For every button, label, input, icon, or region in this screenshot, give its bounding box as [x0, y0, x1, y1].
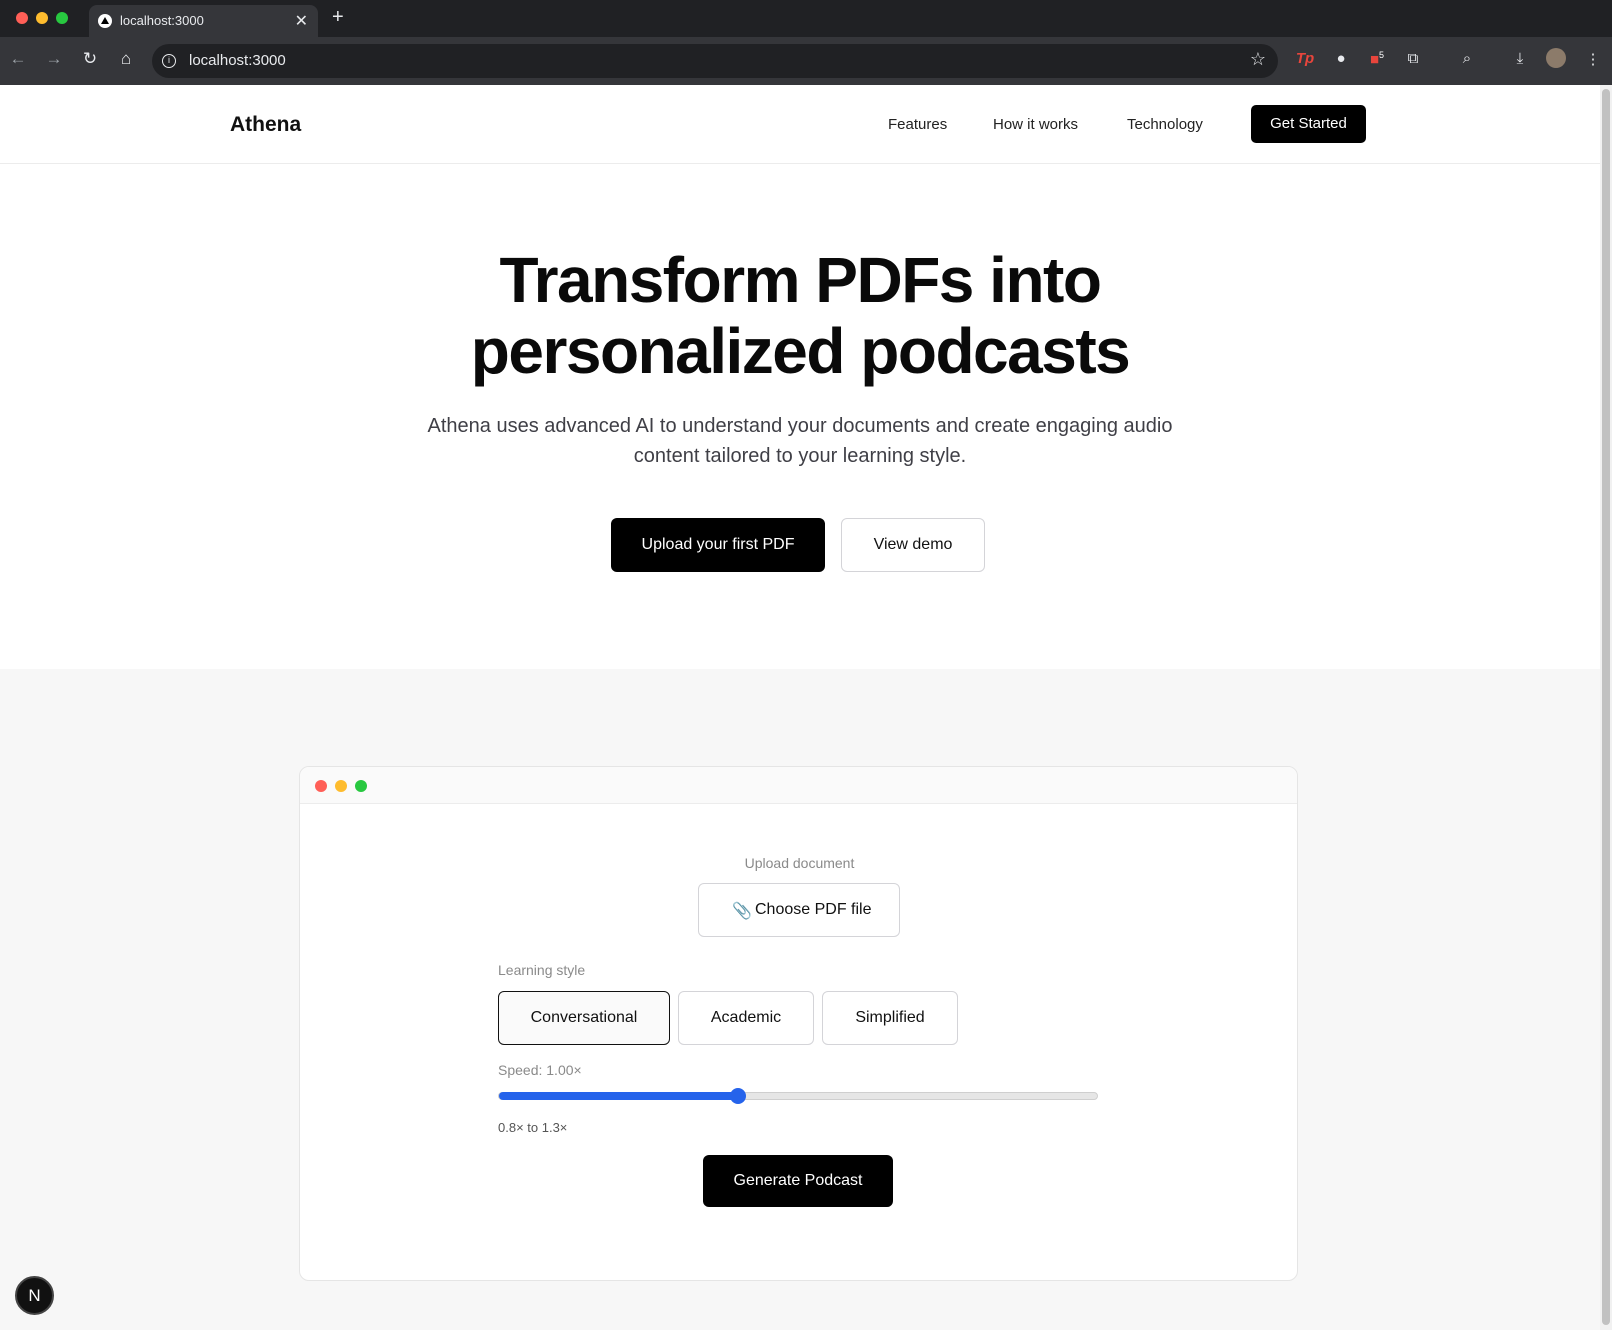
get-started-button[interactable]: Get Started — [1251, 105, 1366, 143]
generate-podcast-button[interactable]: Generate Podcast — [703, 1155, 893, 1207]
speed-slider-thumb[interactable] — [730, 1088, 747, 1104]
forward-icon[interactable]: → — [42, 49, 66, 69]
tab-close-icon[interactable]: ✕ — [295, 11, 308, 31]
upload-first-pdf-button[interactable]: Upload your first PDF — [611, 518, 825, 572]
learning-style-label: Learning style — [498, 962, 586, 978]
star-icon[interactable]: ☆ — [1250, 49, 1266, 70]
tab-search-icon[interactable]: ⌕ — [1456, 50, 1478, 67]
demo-maximize-dot — [355, 780, 367, 792]
page-scrollbar[interactable] — [1600, 85, 1612, 1330]
speed-range-label: 0.8× to 1.3× — [498, 1120, 568, 1135]
demo-window-titlebar — [300, 767, 1297, 804]
browser-tab[interactable]: localhost:3000 ✕ — [89, 5, 318, 37]
demo-window: Upload document 📎 Choose PDF file Learni… — [299, 766, 1298, 1281]
info-icon[interactable]: i — [162, 54, 176, 68]
choose-pdf-button[interactable]: 📎 Choose PDF file — [698, 883, 900, 937]
nextjs-dev-badge[interactable]: N — [15, 1276, 54, 1315]
address-url[interactable]: localhost:3000 — [189, 52, 286, 69]
nav-how-it-works[interactable]: How it works — [993, 116, 1078, 133]
nav-technology[interactable]: Technology — [1127, 116, 1203, 133]
web-page: Athena Features How it works Technology … — [0, 85, 1600, 1330]
tab-title: localhost:3000 — [120, 13, 204, 28]
choose-pdf-label: Choose PDF file — [755, 901, 872, 918]
window-close-dot[interactable] — [16, 12, 28, 24]
demo-close-dot — [315, 780, 327, 792]
demo-minimize-dot — [335, 780, 347, 792]
hero-title-line: Transform PDFs into — [499, 244, 1102, 316]
window-minimize-dot[interactable] — [36, 12, 48, 24]
reload-icon[interactable]: ↻ — [78, 49, 102, 69]
speed-slider-fill — [499, 1092, 739, 1100]
site-logo[interactable]: Athena — [230, 113, 301, 137]
extension-tp-icon[interactable]: Tp — [1294, 50, 1316, 67]
profile-avatar[interactable] — [1546, 48, 1566, 68]
site-header: Athena Features How it works Technology … — [0, 85, 1600, 164]
back-icon[interactable]: ← — [6, 49, 30, 69]
kebab-menu-icon[interactable]: ⋮ — [1582, 50, 1604, 68]
browser-toolbar: ← → ↻ ⌂ i localhost:3000 ☆ Tp ● ■5 ⧉ ⌕ ⤓… — [0, 37, 1612, 85]
address-bar[interactable]: i localhost:3000 ☆ — [152, 44, 1278, 78]
paperclip-icon: 📎 — [732, 903, 752, 920]
vercel-favicon-icon — [98, 14, 112, 28]
upload-document-label: Upload document — [744, 855, 855, 871]
nav-features[interactable]: Features — [888, 116, 947, 133]
extension-badge: 5 — [1379, 50, 1385, 60]
view-demo-button[interactable]: View demo — [841, 518, 985, 572]
speed-label: Speed: 1.00× — [498, 1062, 582, 1078]
style-academic-button[interactable]: Academic — [678, 991, 814, 1045]
speed-slider[interactable] — [498, 1088, 1098, 1104]
scrollbar-thumb[interactable] — [1602, 89, 1610, 1325]
style-conversational-button[interactable]: Conversational — [498, 991, 670, 1045]
hero-title: Transform PDFs into personalized podcast… — [0, 245, 1600, 387]
download-icon[interactable]: ⤓ — [1509, 50, 1531, 67]
style-simplified-button[interactable]: Simplified — [822, 991, 958, 1045]
hero-title-line: personalized podcasts — [470, 315, 1131, 387]
hero-subtitle: Athena uses advanced AI to understand yo… — [427, 415, 1173, 467]
extension-shield-icon[interactable]: ■5 — [1366, 50, 1388, 68]
window-maximize-dot[interactable] — [56, 12, 68, 24]
extension-circle-icon[interactable]: ● — [1330, 50, 1352, 67]
home-icon[interactable]: ⌂ — [114, 49, 138, 69]
demo-section: Upload document 📎 Choose PDF file Learni… — [0, 669, 1600, 1330]
new-tab-icon[interactable]: + — [332, 6, 344, 29]
browser-tab-bar: localhost:3000 ✕ + — [0, 0, 1612, 37]
puzzle-icon[interactable]: ⧉ — [1402, 50, 1424, 67]
